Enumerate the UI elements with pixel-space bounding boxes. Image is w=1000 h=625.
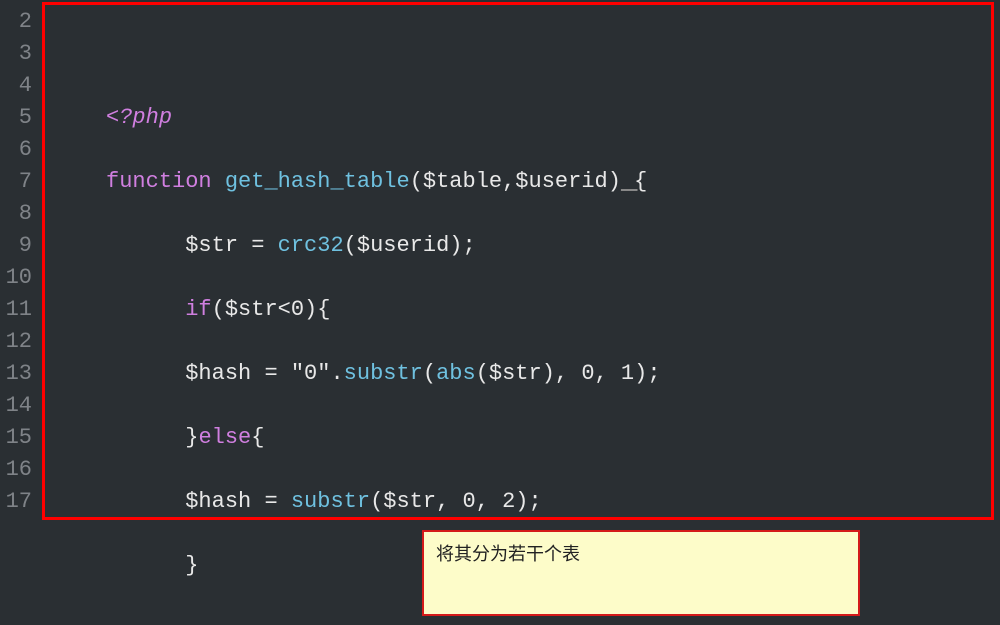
function-name: get_hash_table [225,169,410,194]
code-token: ($userid); [344,233,476,258]
code-line[interactable] [40,38,1000,70]
line-number: 8 [4,198,32,230]
line-number: 5 [4,102,32,134]
annotation-note: 将其分为若干个表 [422,530,860,616]
keyword-else: else [198,425,251,450]
variable: $hash [185,361,251,386]
line-number: 13 [4,358,32,390]
line-number: 14 [4,390,32,422]
function-call: crc32 [278,233,344,258]
code-token: = [251,361,291,386]
code-token: } [185,425,198,450]
keyword-if: if [185,297,211,322]
line-number: 11 [4,294,32,326]
code-line[interactable]: $hash = substr($str, 0, 2); [40,486,1000,518]
keyword-function: function [106,169,212,194]
line-number: 4 [4,70,32,102]
code-token: { [251,425,264,450]
php-open-tag: <?php [106,105,172,130]
code-line[interactable]: <?php [40,102,1000,134]
line-number: 3 [4,38,32,70]
string-literal: "0" [291,361,331,386]
code-token: ($table,$userid) [410,169,621,194]
code-token: = [238,233,278,258]
line-number-gutter: 2 3 4 5 6 7 8 9 10 11 12 13 14 15 16 17 [0,0,40,525]
function-call: substr [291,489,370,514]
line-number: 9 [4,230,32,262]
line-number: 6 [4,134,32,166]
code-token: } [185,553,198,578]
code-line[interactable]: }else{ [40,422,1000,454]
annotation-text: 将其分为若干个表 [436,544,580,564]
code-token: = [251,489,291,514]
code-line[interactable]: $str = crc32($userid); [40,230,1000,262]
code-token: ( [423,361,436,386]
code-editor[interactable]: 2 3 4 5 6 7 8 9 10 11 12 13 14 15 16 17 … [0,0,1000,525]
line-number: 10 [4,262,32,294]
code-line[interactable]: if($str<0){ [40,294,1000,326]
line-number: 2 [4,6,32,38]
code-token: ($str, 0, 2); [370,489,542,514]
line-number: 7 [4,166,32,198]
code-line[interactable]: $hash = "0".substr(abs($str), 0, 1); [40,358,1000,390]
line-number: 17 [4,486,32,518]
line-number: 16 [4,454,32,486]
function-call: abs [436,361,476,386]
code-token: ($str), 0, 1); [476,361,661,386]
code-area[interactable]: <?php function get_hash_table($table,$us… [40,0,1000,525]
line-number: 15 [4,422,32,454]
code-token: . [330,361,343,386]
code-line[interactable]: function get_hash_table($table,$userid) … [40,166,1000,198]
line-number: 12 [4,326,32,358]
function-call: substr [344,361,423,386]
variable: $hash [185,489,251,514]
code-token: ($str<0){ [212,297,331,322]
code-token: { [621,169,647,194]
variable: $str [185,233,238,258]
